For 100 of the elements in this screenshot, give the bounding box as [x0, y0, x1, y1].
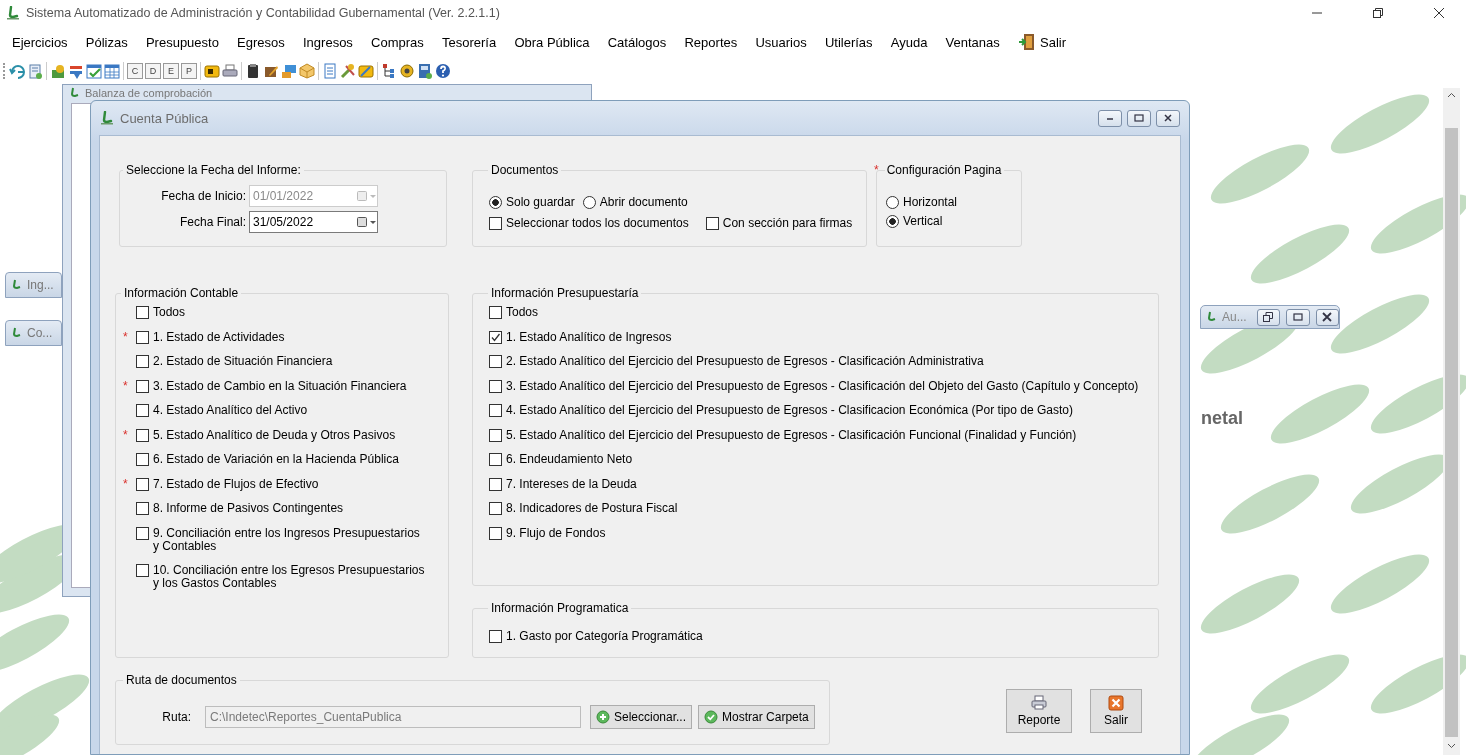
menu-item[interactable]: Pólizas [85, 34, 128, 50]
menu-item[interactable]: Presupuesto [145, 34, 219, 50]
checkbox[interactable] [136, 330, 149, 344]
radio-button[interactable] [886, 196, 899, 209]
checkbox[interactable] [489, 502, 502, 515]
checkbox[interactable] [489, 428, 502, 442]
checkbox[interactable] [489, 355, 502, 368]
check-circle-icon [704, 710, 719, 724]
close-icon [1163, 113, 1173, 123]
field-label: Ruta: [161, 710, 191, 724]
wallet-icon[interactable] [358, 63, 374, 79]
help-icon[interactable] [435, 63, 451, 79]
exit-button[interactable]: Salir [1090, 689, 1142, 733]
group-title: Seleccione la Fecha del Informe: [126, 163, 301, 177]
exit-icon[interactable] [1018, 33, 1036, 51]
checkbox[interactable] [489, 217, 502, 230]
close-button[interactable] [1156, 109, 1180, 127]
group-title: Información Programatica [491, 601, 629, 615]
menu-item[interactable]: Ejercicios [12, 34, 68, 50]
checkbox-label: 6. Endeudamiento Neto [506, 453, 633, 466]
menu-item[interactable]: Ayuda [890, 34, 928, 50]
table-icon[interactable] [104, 63, 120, 79]
window-title: Au... [1222, 310, 1247, 324]
window-title: Sistema Automatizado de Administración y Contabilidad Gubernamental (Ver. 2.2.1.1) [26, 6, 500, 20]
checkbox[interactable] [489, 477, 502, 491]
menu-item[interactable]: Ventanas [945, 34, 1000, 50]
clipboard-icon[interactable] [245, 63, 261, 79]
scrollbar-thumb[interactable] [1445, 128, 1458, 737]
checkbox[interactable] [489, 404, 502, 417]
restore-button[interactable] [1256, 308, 1281, 326]
checkbox[interactable] [136, 453, 149, 466]
menu-item[interactable]: Ingresos [303, 34, 353, 50]
tools-icon[interactable] [340, 63, 356, 79]
required-marker: * [122, 330, 129, 344]
minimize-button[interactable] [1098, 109, 1122, 127]
maximize-button[interactable] [1127, 109, 1151, 127]
checkbox[interactable] [136, 428, 149, 442]
checkbox[interactable] [489, 526, 502, 540]
toolbar-button[interactable]: P [181, 63, 197, 79]
checkbox-label: 2. Estado de Situación Financiera [153, 355, 333, 368]
checkbox[interactable] [136, 526, 149, 540]
group-title: Documentos [491, 163, 559, 177]
checkbox-label: 3. Estado Analítico del Ejercicio del Presupuesto de Egresos - Clasificación del Objeto del Gasto (Capítulo y Concepto) [506, 379, 1139, 393]
menu-item[interactable]: Egresos [237, 34, 285, 50]
checkbox[interactable] [136, 564, 149, 577]
monitor-icon[interactable] [281, 63, 297, 79]
logo-text: netal [1201, 408, 1243, 429]
minimized-window[interactable]: Ing... [5, 272, 62, 298]
toolbar-button[interactable]: D [145, 63, 161, 79]
field-label: Fecha de Inicio: [160, 189, 247, 203]
app-logo-icon [1206, 311, 1218, 323]
checkbox[interactable] [136, 306, 149, 319]
menu-item[interactable]: Catálogos [607, 34, 667, 50]
menu-item[interactable]: Utilerías [824, 34, 873, 50]
toolbar-button[interactable]: E [163, 63, 179, 79]
menu-item[interactable]: Usuarios [755, 34, 807, 50]
stack-icon[interactable] [50, 63, 66, 79]
checkbox[interactable] [489, 379, 502, 393]
app-logo-icon [11, 279, 23, 291]
radio-button[interactable] [489, 196, 502, 209]
radio-label: Abrir documento [599, 196, 688, 209]
menu-item[interactable]: Salir [1040, 34, 1066, 50]
menu-item[interactable]: Compras [371, 34, 424, 50]
checkbox[interactable] [489, 306, 502, 319]
date-field[interactable]: 31/05/2022 [249, 211, 378, 233]
printer-icon[interactable] [222, 63, 238, 79]
tag-icon[interactable] [204, 63, 220, 79]
report-button[interactable]: Reporte [1006, 689, 1072, 733]
checkbox-label: Seleccionar todos los documentos [506, 217, 689, 230]
radio-button[interactable] [582, 196, 596, 209]
checkbox[interactable] [705, 217, 719, 230]
checkbox[interactable] [136, 502, 149, 515]
checkbox-label: Con sección para firmas [722, 217, 853, 230]
menu-item[interactable]: Tesorería [442, 34, 497, 50]
box-icon[interactable] [299, 63, 315, 79]
document-icon[interactable] [27, 63, 43, 79]
close-icon [1433, 8, 1444, 18]
maximize-button[interactable] [1286, 308, 1310, 326]
close-button[interactable] [1315, 308, 1339, 326]
tree-icon[interactable] [381, 63, 397, 79]
checkbox[interactable] [489, 330, 502, 344]
calendar-icon[interactable] [86, 63, 102, 79]
arrows-icon[interactable] [68, 63, 84, 79]
checkbox[interactable] [489, 630, 502, 643]
refresh-icon[interactable] [9, 63, 25, 79]
menu-item[interactable]: Obra Pública [514, 34, 590, 50]
radio-button[interactable] [886, 215, 899, 228]
book-icon[interactable] [417, 63, 433, 79]
field-label: Fecha Final: [178, 215, 247, 229]
checkbox[interactable] [136, 477, 149, 491]
checkbox[interactable] [136, 355, 149, 368]
maximize-icon [1292, 312, 1303, 322]
menu-item[interactable]: Reportes [684, 34, 738, 50]
checkbox[interactable] [136, 379, 149, 393]
checkbox[interactable] [489, 453, 502, 466]
toolbar-button[interactable]: C [127, 63, 143, 79]
gear-icon[interactable] [399, 63, 415, 79]
calendar-dropdown-icon [357, 216, 377, 228]
checkbox-label: Todos [506, 306, 539, 319]
checkbox[interactable] [136, 404, 149, 417]
